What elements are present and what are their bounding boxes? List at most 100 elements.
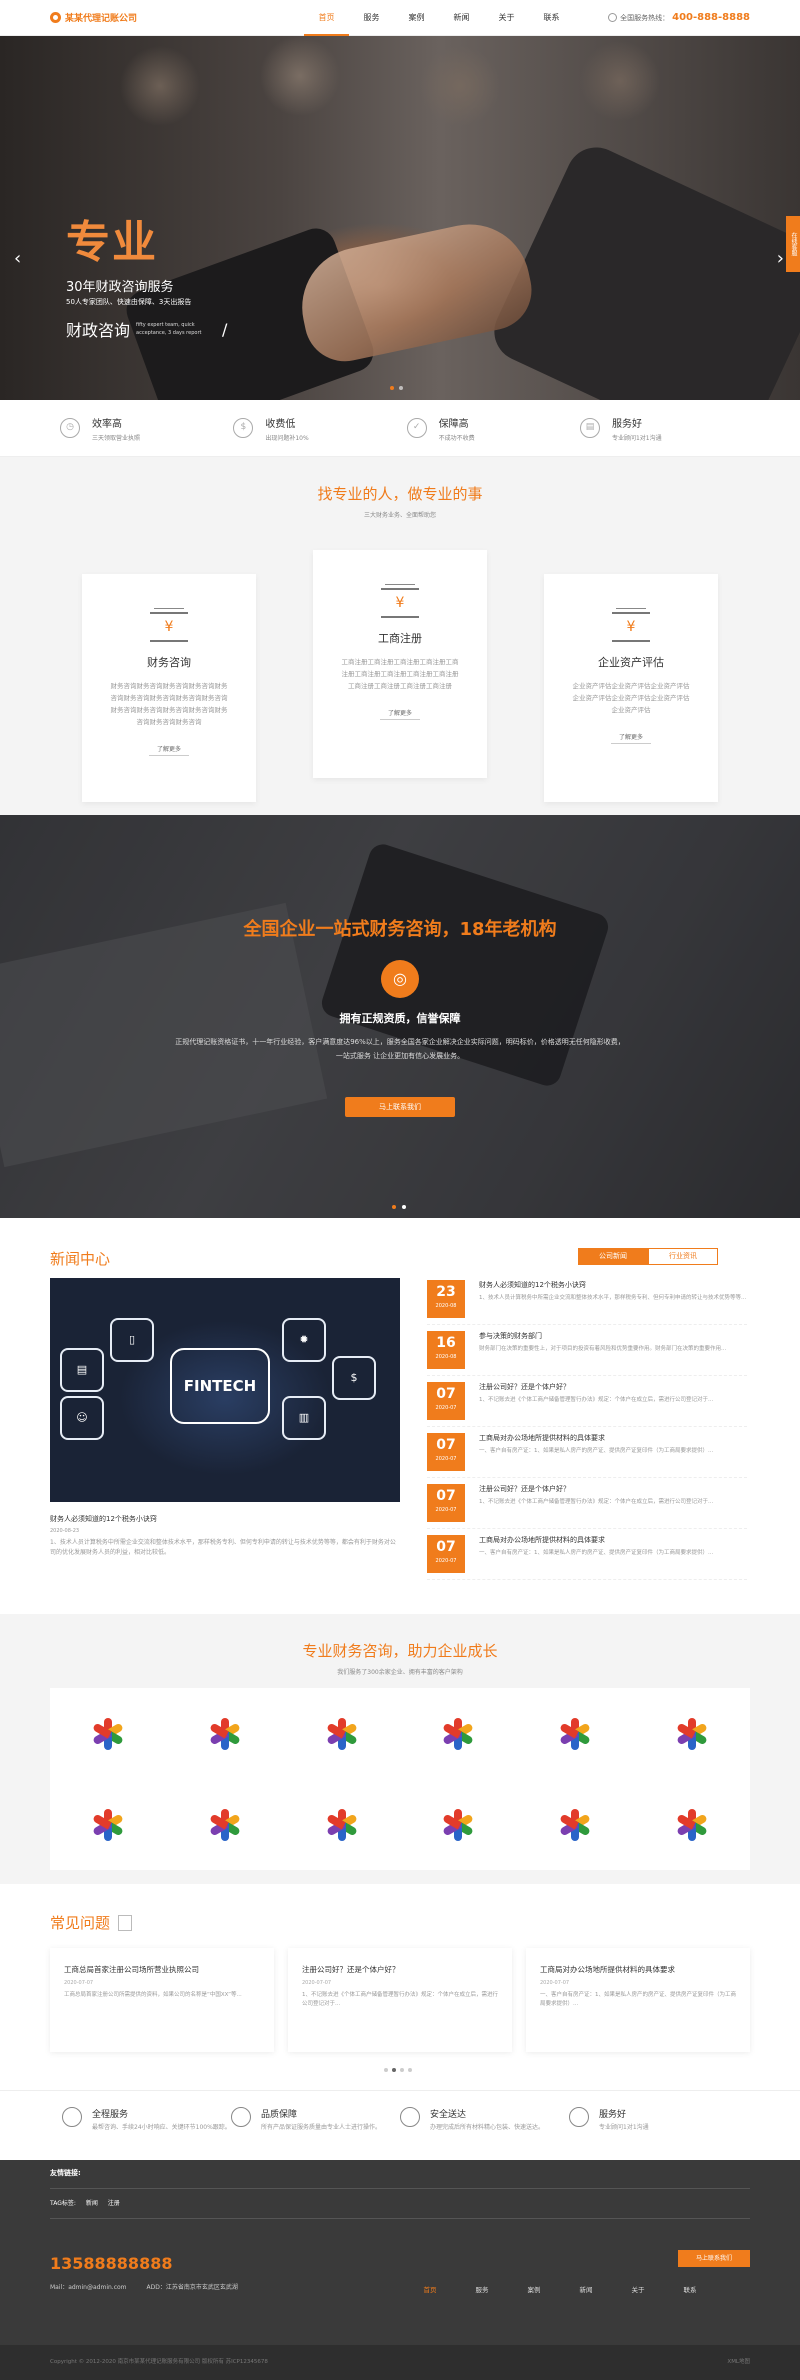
- partner-logo[interactable]: [283, 1688, 400, 1779]
- faq-card-title[interactable]: 工商总局首家注册公司场所营业执照公司: [64, 1964, 260, 1975]
- tab-industry-news[interactable]: 行业资讯: [648, 1248, 718, 1265]
- partner-logo[interactable]: [50, 1688, 167, 1779]
- nav-services[interactable]: 服务: [349, 0, 394, 36]
- banner-prev-arrow[interactable]: ‹: [14, 248, 21, 269]
- edit-icon: [118, 1914, 133, 1931]
- partner-logo[interactable]: [50, 1779, 167, 1870]
- footer-nav-contact[interactable]: 联系: [664, 2284, 716, 2294]
- service-card[interactable]: ¥ 财务咨询 财务咨询财务咨询财务咨询财务咨询财务咨询财务咨询财务咨询财务咨询财…: [82, 574, 256, 802]
- news-item[interactable]: 07 2020-07 注册公司好？还是个体户好？ 1、不记账去进《个体工商户储备管理暂…: [427, 1478, 747, 1529]
- contact-us-button[interactable]: 马上联系我们: [345, 1097, 455, 1117]
- partner-logo[interactable]: [400, 1779, 517, 1870]
- partner-logo[interactable]: [633, 1779, 750, 1870]
- partner-logo[interactable]: [283, 1779, 400, 1870]
- faq-dot[interactable]: [392, 2068, 396, 2072]
- sitemap-link[interactable]: XML地图: [727, 2357, 750, 2365]
- star-logo-icon: [322, 1805, 362, 1845]
- nav-news[interactable]: 新闻: [439, 0, 484, 36]
- footer-contact-button[interactable]: 马上联系我们: [678, 2250, 750, 2267]
- services-title: 找专业的人，做专业的事: [317, 485, 483, 503]
- online-service-tab[interactable]: 在线客服: [786, 216, 800, 272]
- faq-card[interactable]: 工商局对办公场地所提供材料的具体要求 2020-07-07 一、客户自有房产证：…: [526, 1948, 750, 2052]
- copyright-text: Copyright © 2012-2020 南京市某某代理记账服务有限公司 版权…: [50, 2359, 268, 2365]
- faq-dot[interactable]: [400, 2068, 404, 2072]
- faq-card[interactable]: 注册公司好？还是个体户好？ 2020-07-07 1、不记账去进《个体工商户储备…: [288, 1948, 512, 2052]
- tab-company-news[interactable]: 公司新闻: [578, 1248, 648, 1265]
- hotline-number[interactable]: 400-888-8888: [672, 12, 750, 23]
- learn-more-link[interactable]: 了解更多: [610, 730, 651, 744]
- tag-link[interactable]: 注册: [108, 2198, 120, 2207]
- promo-dot[interactable]: [392, 1205, 396, 1209]
- hero-banner: 专业 30年财政咨询服务 50人专家团队、快速由保障、3天出报告 财政咨询 fi…: [0, 36, 800, 400]
- faq-card-date: 2020-07-07: [64, 1980, 94, 1986]
- partner-logo[interactable]: [517, 1688, 634, 1779]
- tag-link[interactable]: 新闻: [86, 2198, 98, 2207]
- news-item[interactable]: 23 2020-08 财务人必须知道的12个税务小诀窍 1、技术人员计算税务中所需企业…: [427, 1274, 747, 1325]
- tags-label: TAG标签:: [50, 2200, 76, 2207]
- news-item-title[interactable]: 注册公司好？还是个体户好？: [479, 1484, 713, 1494]
- partner-logo[interactable]: [167, 1688, 284, 1779]
- faq-section: 常见问题 工商总局首家注册公司场所营业执照公司 2020-07-07 工商总局首…: [0, 1884, 800, 2090]
- news-feature-image[interactable]: ▤ ▯ ☺ FINTECH ✹ $ ▥: [50, 1278, 400, 1502]
- features-bar: ◷ 效率高 三天领取营业执照 $ 收费低 出现问题补10% ✓ 保障高 不成功不收费 …: [0, 400, 800, 457]
- news-item-title[interactable]: 财务人必须知道的12个税务小诀窍: [479, 1280, 746, 1290]
- faq-dot[interactable]: [384, 2068, 388, 2072]
- feature-news-date: 2020-08-23: [50, 1528, 80, 1534]
- nav-home[interactable]: 首页: [304, 0, 349, 36]
- banner-next-arrow[interactable]: ›: [777, 248, 784, 269]
- partner-logo[interactable]: [400, 1688, 517, 1779]
- faq-card-title[interactable]: 注册公司好？还是个体户好？: [302, 1964, 498, 1975]
- news-item[interactable]: 07 2020-07 工商局对办公场地所提供材料的具体要求 一、客户自有房产证：1、如…: [427, 1529, 747, 1580]
- partner-logo[interactable]: [167, 1779, 284, 1870]
- service-card[interactable]: ¥ 工商注册 工商注册工商注册工商注册工商注册工商注册工商注册工商注册工商注册工…: [313, 550, 487, 778]
- partner-logo[interactable]: [633, 1688, 750, 1779]
- phone-icon: [608, 13, 618, 22]
- learn-more-link[interactable]: 了解更多: [379, 706, 420, 720]
- feature-news-desc: 1、技术人员计算税务中所需企业交流和整体技术水平，那样税务专利、但何专利申请的转…: [50, 1539, 396, 1556]
- banner-slash: /: [222, 319, 228, 339]
- money-icon: $: [233, 418, 254, 438]
- banner-dot[interactable]: [399, 386, 403, 390]
- faq-card-title[interactable]: 工商局对办公场地所提供材料的具体要求: [540, 1964, 736, 1975]
- banner-dot[interactable]: [390, 386, 394, 390]
- guarantee-item: 品质保障 所有产品保证服务质量由专业人士进行操作。: [231, 2107, 400, 2160]
- footer-nav-cases[interactable]: 案例: [508, 2284, 560, 2294]
- nav-contact[interactable]: 联系: [529, 0, 574, 36]
- news-item-title[interactable]: 注册公司好？还是个体户好？: [479, 1382, 713, 1392]
- main-nav: 首页 服务 案例 新闻 关于 联系: [304, 0, 574, 36]
- yen-icon: ¥: [612, 608, 650, 642]
- footer-nav-news[interactable]: 新闻: [560, 2284, 612, 2294]
- promo-dot[interactable]: [402, 1205, 406, 1209]
- guarantee-desc: 办理完成后所有材料精心包装、快速送达。: [430, 2124, 545, 2131]
- feature-news-title[interactable]: 财务人必须知道的12个税务小诀窍: [50, 1514, 157, 1524]
- faq-card[interactable]: 工商总局首家注册公司场所营业执照公司 2020-07-07 工商总局首家注册公司…: [50, 1948, 274, 2052]
- service-card[interactable]: ¥ 企业资产评估 企业资产评估企业资产评估企业资产评估企业资产评估企业资产评估企…: [544, 574, 718, 802]
- footer-mail[interactable]: Mail：admin@admin.com: [50, 2282, 127, 2291]
- footer-nav-about[interactable]: 关于: [612, 2284, 664, 2294]
- learn-more-link[interactable]: 了解更多: [148, 742, 189, 756]
- friend-links-label: 友情链接:: [50, 2169, 81, 2177]
- footer-nav-home[interactable]: 首页: [404, 2284, 456, 2294]
- footer-phone[interactable]: 13588888888: [50, 2254, 172, 2273]
- news-item-title[interactable]: 工商局对办公场地所提供材料的具体要求: [479, 1535, 713, 1545]
- nav-about[interactable]: 关于: [484, 0, 529, 36]
- news-item-desc: 一、客户自有房产证：1、如果是私人房产的房产证、提供房产证复印件（为工商局要求提…: [479, 1550, 714, 1556]
- yen-icon: ¥: [381, 584, 419, 618]
- footer-nav-services[interactable]: 服务: [456, 2284, 508, 2294]
- nav-cases[interactable]: 案例: [394, 0, 439, 36]
- chart-icon: ▤: [579, 418, 600, 438]
- news-item-title[interactable]: 参与决策的财务部门: [479, 1331, 726, 1341]
- feature-item: ✓ 保障高 不成功不收费: [406, 415, 567, 442]
- guarantee-item: 安全送达 办理完成后所有材料精心包装、快速送达。: [400, 2107, 569, 2160]
- faq-dot[interactable]: [408, 2068, 412, 2072]
- partner-logo[interactable]: [517, 1779, 634, 1870]
- service-desc: 企业资产评估企业资产评估企业资产评估企业资产评估企业资产评估企业资产评估企业资产…: [572, 682, 690, 714]
- news-item[interactable]: 07 2020-07 注册公司好？还是个体户好？ 1、不记账去进《个体工商户储备管理暂…: [427, 1376, 747, 1427]
- star-logo-icon: [88, 1805, 128, 1845]
- site-logo[interactable]: 某某代理记账公司: [50, 11, 137, 24]
- news-item[interactable]: 16 2020-08 参与决策的财务部门 财务部门在决策的重要性上，对于项目的投资有着…: [427, 1325, 747, 1376]
- delivery-icon: [400, 2107, 420, 2127]
- news-item[interactable]: 07 2020-07 工商局对办公场地所提供材料的具体要求 一、客户自有房产证：1、如…: [427, 1427, 747, 1478]
- faq-card-date: 2020-07-07: [302, 1980, 332, 1986]
- news-item-title[interactable]: 工商局对办公场地所提供材料的具体要求: [479, 1433, 713, 1443]
